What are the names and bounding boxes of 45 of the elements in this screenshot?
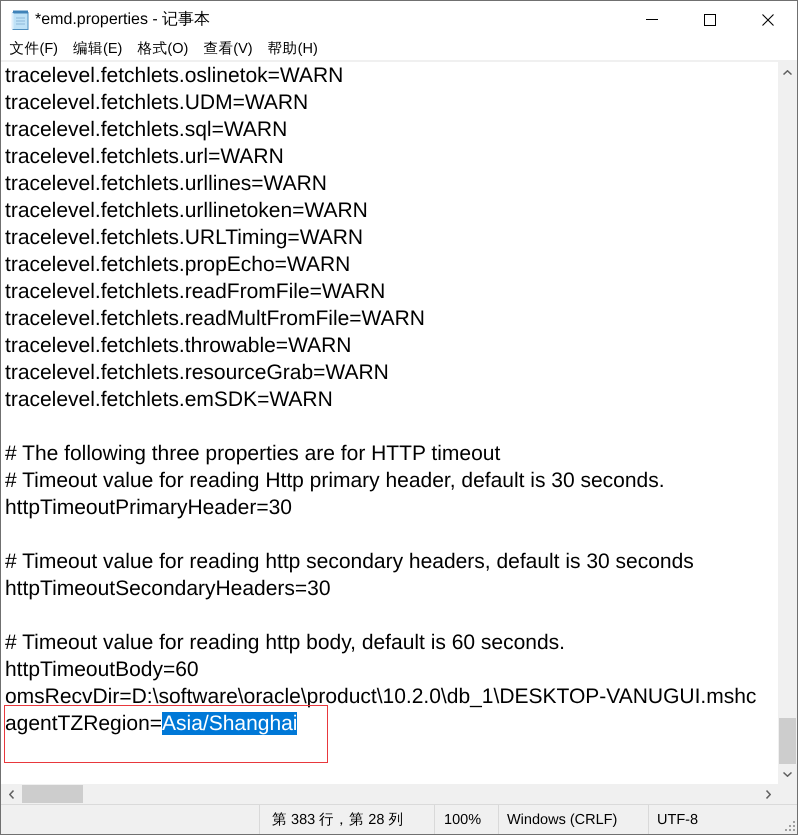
zoom-level: 100% [444, 812, 482, 828]
scrollbar-thumb[interactable] [779, 718, 796, 764]
line-ending-label: Windows (CRLF) [507, 812, 618, 828]
code-line: # Timeout value for reading Http primary header, default is 30 seconds. [5, 469, 665, 492]
menu-item[interactable]: 格式(O) [130, 38, 196, 60]
code-line: httpTimeoutSecondaryHeaders=30 [5, 577, 330, 600]
code-line: agentTZRegion= [5, 712, 162, 735]
code-line: tracelevel.fetchlets.URLTiming=WARN [5, 226, 364, 249]
window-title: *emd.properties - 记事本 [35, 10, 212, 30]
cursor-position: 第 383 行，第 28 列 [272, 811, 404, 829]
maximize-icon[interactable] [704, 14, 716, 26]
code-line: tracelevel.fetchlets.readFromFile=WARN [5, 280, 386, 303]
code-line: tracelevel.fetchlets.UDM=WARN [5, 91, 308, 114]
caret-down-icon[interactable] [783, 772, 792, 776]
menu-item[interactable]: 文件(F) [2, 38, 66, 60]
code-line: tracelevel.fetchlets.propEcho=WARN [5, 253, 350, 276]
code-line: tracelevel.fetchlets.resourceGrab=WARN [5, 361, 389, 384]
code-line: tracelevel.fetchlets.oslinetok=WARN [5, 64, 344, 87]
code-line: tracelevel.fetchlets.urllines=WARN [5, 172, 327, 195]
caret-right-icon[interactable] [766, 790, 770, 798]
code-line: tracelevel.fetchlets.urllinetoken=WARN [5, 199, 368, 222]
code-line: tracelevel.fetchlets.url=WARN [5, 145, 284, 168]
code-line: tracelevel.fetchlets.throwable=WARN [5, 334, 352, 357]
notepad-icon [11, 10, 29, 30]
encoding-label: UTF-8 [657, 812, 698, 828]
code-line: # The following three properties are for HTTP timeout [5, 442, 500, 465]
code-line: omsRecvDir=D:\software\oracle\product\10.2.0\db_1\DESKTOP-VANUGUI.mshc [5, 685, 756, 708]
code-line: # Timeout value for reading http body, default is 60 seconds. [5, 631, 565, 654]
code-line: httpTimeoutPrimaryHeader=30 [5, 496, 292, 519]
resize-grip-icon[interactable] [785, 821, 795, 831]
code-line: tracelevel.fetchlets.readMultFromFile=WARN [5, 307, 425, 330]
close-icon[interactable] [762, 14, 774, 26]
selected-text: Asia/Shanghai [162, 712, 298, 735]
menu-item[interactable]: 编辑(E) [66, 38, 130, 60]
menu-item[interactable]: 查看(V) [196, 38, 260, 60]
code-line: tracelevel.fetchlets.sql=WARN [5, 118, 288, 141]
code-line: tracelevel.fetchlets.emSDK=WARN [5, 388, 333, 411]
caret-left-icon[interactable] [8, 790, 14, 798]
code-line: # Timeout value for reading http secondary headers, default is 30 seconds [5, 550, 694, 573]
horizontal-scrollbar[interactable] [1, 784, 778, 804]
code-line: httpTimeoutBody=60 [5, 658, 199, 681]
scrollbar-thumb[interactable] [22, 785, 83, 803]
caret-up-icon[interactable] [783, 70, 792, 74]
menu-item[interactable]: 帮助(H) [260, 38, 326, 60]
vertical-scrollbar[interactable] [778, 62, 797, 784]
